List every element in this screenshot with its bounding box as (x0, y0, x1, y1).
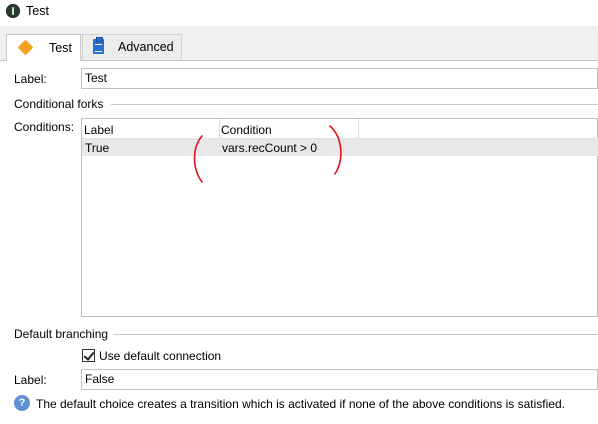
row-label-cell[interactable]: True (85, 141, 109, 155)
tab-test-label: Test (49, 41, 72, 55)
use-default-connection-label[interactable]: Use default connection (99, 349, 221, 363)
default-label-input[interactable]: False (81, 369, 598, 390)
app-logo-icon (6, 4, 20, 18)
conditions-caption: Conditions: (14, 120, 75, 134)
tab-divider (0, 60, 598, 61)
label-caption: Label: (14, 72, 47, 86)
default-branching-heading: Default branching (14, 327, 109, 341)
tab-test[interactable]: Test (6, 34, 81, 61)
tab-advanced[interactable]: Advanced (82, 34, 182, 60)
column-header-label[interactable]: Label (84, 123, 113, 137)
default-label-caption: Label: (14, 373, 47, 387)
section-divider (113, 334, 598, 335)
conditional-forks-heading: Conditional forks (14, 97, 104, 111)
window-title: Test (26, 4, 49, 18)
info-text: The default choice creates a transition … (36, 397, 565, 411)
diamond-icon (17, 39, 34, 56)
title-bar (0, 0, 598, 24)
use-default-connection-checkbox[interactable] (82, 349, 95, 362)
red-annotation-marks (193, 125, 342, 183)
info-icon: ? (14, 395, 30, 411)
tab-active-gap (7, 60, 80, 61)
clipboard-icon (93, 37, 104, 54)
label-input[interactable]: Test (81, 68, 598, 89)
tab-advanced-label: Advanced (118, 40, 174, 54)
section-divider (111, 104, 598, 105)
